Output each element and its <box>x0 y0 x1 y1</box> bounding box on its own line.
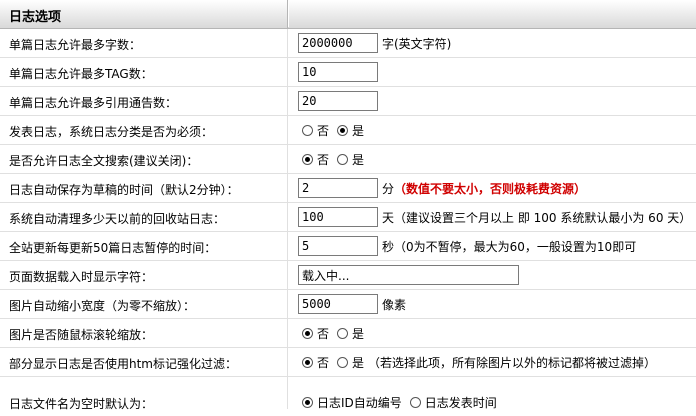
label-update-pause: 全站更新每更新50篇日志暂停的时间： <box>9 241 217 255</box>
radio-button-icon[interactable] <box>302 356 313 368</box>
radio-option-publish-time[interactable]: 日志发表时间 <box>406 394 497 411</box>
pause-note: （0为不暂停，最大为60，一般设置为10即可 <box>394 239 637 254</box>
row-wheel-zoom: 图片是否随鼠标滚轮缩放： 否 是 <box>0 319 696 348</box>
label-autosave-draft: 日志自动保存为草稿的时间（默认2分钟）： <box>9 183 239 197</box>
row-max-tags: 单篇日志允许最多TAG数： <box>0 58 696 87</box>
image-width-input[interactable] <box>298 294 378 314</box>
section-title: 日志选项 <box>9 10 62 25</box>
label-max-trackbacks: 单篇日志允许最多引用通告数： <box>9 96 178 110</box>
row-category-required: 发表日志，系统日志分类是否为必须： 否 是 <box>0 116 696 145</box>
row-autosave-draft: 日志自动保存为草稿的时间（默认2分钟）： 分 （数值不要太小，否则极耗费资源） <box>0 174 696 203</box>
row-fulltext-search: 是否允许日志全文搜索(建议关闭)： 否 是 <box>0 145 696 174</box>
section-header-title-cell: 日志选项 <box>0 0 288 28</box>
radio-option-auto-id[interactable]: 日志ID自动编号 <box>298 394 402 411</box>
pause-seconds-input[interactable] <box>298 236 378 256</box>
section-header-empty-cell <box>288 1 696 27</box>
max-trackbacks-input[interactable] <box>298 91 378 111</box>
row-default-filename: 日志文件名为空时默认为： 日志ID自动编号 日志发表时间 <box>0 377 696 411</box>
radio-option-no[interactable]: 否 <box>298 325 329 342</box>
row-max-chars: 单篇日志允许最多字数： 字(英文字符) <box>0 29 696 58</box>
radio-option-no[interactable]: 否 <box>298 354 329 371</box>
radio-option-yes[interactable]: 是 <box>333 354 364 371</box>
radio-option-no[interactable]: 否 <box>298 122 329 139</box>
max-tags-input[interactable] <box>298 62 378 82</box>
radio-button-icon[interactable] <box>337 153 349 165</box>
radio-option-yes[interactable]: 是 <box>333 151 364 168</box>
label-max-tags: 单篇日志允许最多TAG数： <box>9 67 153 81</box>
label-image-shrink: 图片自动缩小宽度（为零不缩放）： <box>9 299 196 313</box>
row-update-pause: 全站更新每更新50篇日志暂停的时间： 秒 （0为不暂停，最大为60，一般设置为1… <box>0 232 696 261</box>
row-max-trackbacks: 单篇日志允许最多引用通告数： <box>0 87 696 116</box>
html-filter-note: （若选择此项，所有除图片以外的标记都将被过滤掉） <box>368 355 657 370</box>
row-html-filter: 部分显示日志是否使用htm标记强化过滤： 否 是 （若选择此项，所有除图片以外的… <box>0 348 696 377</box>
label-wheel-zoom: 图片是否随鼠标滚轮缩放： <box>9 328 154 342</box>
label-html-filter: 部分显示日志是否使用htm标记强化过滤： <box>9 357 238 371</box>
row-recycle-cleanup: 系统自动清理多少天以前的回收站日志： 天 （建议设置三个月以上 即 100 系统… <box>0 203 696 232</box>
radio-button-icon[interactable] <box>302 124 313 136</box>
unit-minutes: 分 <box>382 181 395 196</box>
max-chars-note: 字(英文字符) <box>382 36 452 51</box>
radio-button-icon[interactable] <box>337 356 349 368</box>
max-chars-input[interactable] <box>298 33 378 53</box>
radio-button-icon[interactable] <box>409 396 421 408</box>
radio-button-icon[interactable] <box>302 396 313 408</box>
unit-pixels: 像素 <box>382 297 407 312</box>
radio-option-yes[interactable]: 是 <box>333 325 364 342</box>
radio-button-icon[interactable] <box>302 327 313 339</box>
autosave-warning: （数值不要太小，否则极耗费资源） <box>394 181 587 196</box>
recycle-note: （建议设置三个月以上 即 100 系统默认最小为 60 天） <box>394 210 692 225</box>
section-header: 日志选项 <box>0 0 696 29</box>
recycle-days-input[interactable] <box>298 207 378 227</box>
loading-text-input[interactable] <box>298 265 519 285</box>
radio-button-icon[interactable] <box>337 327 349 339</box>
label-default-filename: 日志文件名为空时默认为： <box>9 397 154 411</box>
radio-button-icon[interactable] <box>337 124 349 136</box>
unit-days: 天 <box>382 210 395 225</box>
label-category-required: 发表日志，系统日志分类是否为必须： <box>9 125 214 139</box>
radio-option-no[interactable]: 否 <box>298 151 329 168</box>
label-loading-text: 页面数据载入时显示字符： <box>9 270 154 284</box>
autosave-minutes-input[interactable] <box>298 178 378 198</box>
row-image-shrink: 图片自动缩小宽度（为零不缩放）： 像素 <box>0 290 696 319</box>
unit-seconds: 秒 <box>382 239 395 254</box>
label-fulltext-search: 是否允许日志全文搜索(建议关闭)： <box>9 154 199 168</box>
radio-option-yes[interactable]: 是 <box>333 122 364 139</box>
label-recycle-cleanup: 系统自动清理多少天以前的回收站日志： <box>9 212 226 226</box>
row-loading-text: 页面数据载入时显示字符： <box>0 261 696 290</box>
radio-button-icon[interactable] <box>302 153 313 165</box>
label-max-chars: 单篇日志允许最多字数： <box>9 38 142 52</box>
